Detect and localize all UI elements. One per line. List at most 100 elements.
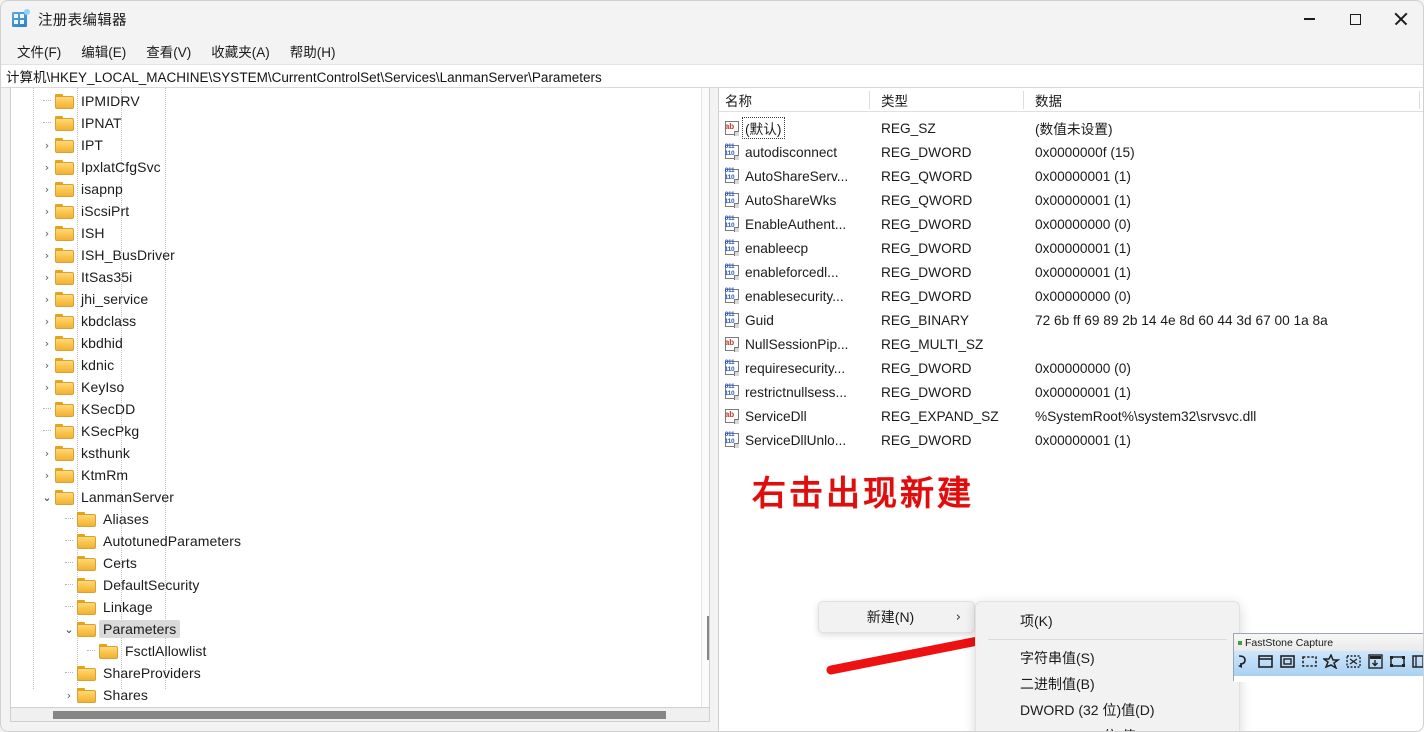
- tree-vertical-scrollbar[interactable]: [701, 88, 709, 707]
- tree-node[interactable]: ShareProviders: [11, 662, 709, 684]
- chevron-right-icon[interactable]: ›: [39, 354, 55, 376]
- column-header-2[interactable]: 数据: [1029, 88, 1062, 112]
- chevron-right-icon[interactable]: ›: [39, 376, 55, 398]
- close-icon: [1394, 12, 1408, 26]
- tree-node[interactable]: › kbdclass: [11, 310, 709, 332]
- tree-node[interactable]: › IpxlatCfgSvc: [11, 156, 709, 178]
- tree-node-label: Linkage: [103, 599, 153, 615]
- tree-node[interactable]: Aliases: [11, 508, 709, 530]
- tree-node[interactable]: FsctlAllowlist: [11, 640, 709, 662]
- tree-vertical-scroll-thumb[interactable]: [707, 616, 709, 660]
- tree-node[interactable]: Linkage: [11, 596, 709, 618]
- value-row[interactable]: 011 110 requiresecurity... REG_DWORD 0x00000…: [719, 356, 1424, 380]
- chevron-right-icon[interactable]: ›: [39, 178, 55, 200]
- value-row[interactable]: 011 110 enablesecurity... REG_DWORD 0x000000…: [719, 284, 1424, 308]
- column-divider[interactable]: [1419, 91, 1420, 109]
- value-row[interactable]: 011 110 restrictnullsess... REG_DWORD 0x0000…: [719, 380, 1424, 404]
- address-bar[interactable]: 计算机\HKEY_LOCAL_MACHINE\SYSTEM\CurrentCon…: [0, 64, 1424, 88]
- context-menu-item-1[interactable]: 字符串值(S): [976, 645, 1239, 671]
- capture-fixed-region-icon[interactable]: [1389, 654, 1410, 673]
- column-divider[interactable]: [869, 91, 870, 109]
- value-row[interactable]: ab ServiceDll REG_EXPAND_SZ %SystemRoot%\sy…: [719, 404, 1424, 428]
- value-row[interactable]: 011 110 Guid REG_BINARY 72 6b ff 69 89 2b 14…: [719, 308, 1424, 332]
- capture-object-icon[interactable]: [1279, 654, 1300, 673]
- tree-node[interactable]: › ISH_BusDriver: [11, 244, 709, 266]
- column-header-1[interactable]: 类型: [875, 88, 908, 112]
- context-menu-item-0[interactable]: 项(K): [976, 608, 1239, 634]
- menu-item-3[interactable]: 收藏夹(A): [202, 39, 279, 63]
- chevron-right-icon[interactable]: ›: [39, 442, 55, 464]
- menu-item-0[interactable]: 文件(F): [8, 39, 70, 63]
- tree-node[interactable]: DefaultSecurity: [11, 574, 709, 596]
- tree-horizontal-scrollbar[interactable]: [10, 708, 710, 722]
- capture-freehand-icon[interactable]: [1321, 653, 1344, 673]
- value-type: REG_SZ: [881, 120, 936, 136]
- value-row[interactable]: 011 110 autodisconnect REG_DWORD 0x0000000f …: [719, 140, 1424, 164]
- capture-video-icon[interactable]: [1411, 654, 1424, 673]
- value-row[interactable]: 011 110 AutoShareWks REG_QWORD 0x00000001 (1…: [719, 188, 1424, 212]
- tree-node[interactable]: Certs: [11, 552, 709, 574]
- close-button[interactable]: [1378, 0, 1424, 38]
- faststone-capture-window[interactable]: FastStone Capture: [1233, 633, 1424, 682]
- value-row[interactable]: 011 110 enableforcedl... REG_DWORD 0x0000000…: [719, 260, 1424, 284]
- tree-node[interactable]: › kdnic: [11, 354, 709, 376]
- tree-node[interactable]: › kbdhid: [11, 332, 709, 354]
- column-header-0[interactable]: 名称: [719, 88, 752, 112]
- chevron-down-icon[interactable]: ⌄: [61, 618, 77, 640]
- tree-node[interactable]: › KtmRm: [11, 464, 709, 486]
- value-row[interactable]: 011 110 EnableAuthent... REG_DWORD 0x0000000…: [719, 212, 1424, 236]
- tree-node[interactable]: IPNAT: [11, 112, 709, 134]
- tree-node[interactable]: › ISH: [11, 222, 709, 244]
- minimize-button[interactable]: [1286, 0, 1332, 38]
- capture-scrolling-window-icon[interactable]: [1367, 654, 1388, 673]
- value-row[interactable]: ab (默认) REG_SZ (数值未设置): [719, 116, 1424, 140]
- tree-node[interactable]: KSecDD: [11, 398, 709, 420]
- tree-node[interactable]: › ksthunk: [11, 442, 709, 464]
- context-submenu[interactable]: 项(K) 字符串值(S)二进制值(B)DWORD (32 位)值(D)QWORD …: [975, 601, 1240, 732]
- tree-node[interactable]: › iScsiPrt: [11, 200, 709, 222]
- tree-node[interactable]: AutotunedParameters: [11, 530, 709, 552]
- tree-node[interactable]: ⌄ Parameters: [11, 618, 709, 640]
- context-menu-new-item[interactable]: 新建(N) ›: [818, 601, 975, 633]
- chevron-right-icon[interactable]: ›: [39, 464, 55, 486]
- context-menu-item-3[interactable]: DWORD (32 位)值(D): [976, 697, 1239, 723]
- chevron-down-icon[interactable]: ⌄: [39, 486, 55, 508]
- chevron-right-icon[interactable]: ›: [39, 200, 55, 222]
- tree-node[interactable]: › isapnp: [11, 178, 709, 200]
- value-row[interactable]: 011 110 ServiceDllUnlo... REG_DWORD 0x000000…: [719, 428, 1424, 452]
- menu-item-4[interactable]: 帮助(H): [281, 39, 345, 63]
- tree-node[interactable]: › KeyIso: [11, 376, 709, 398]
- tree-horizontal-scroll-thumb[interactable]: [53, 711, 666, 719]
- capture-rectangle-icon[interactable]: [1301, 654, 1322, 673]
- maximize-button[interactable]: [1332, 0, 1378, 38]
- value-row[interactable]: 011 110 enableecp REG_DWORD 0x00000001 (1): [719, 236, 1424, 260]
- menu-item-1[interactable]: 编辑(E): [72, 39, 135, 63]
- chevron-right-icon[interactable]: ›: [39, 244, 55, 266]
- chevron-right-icon[interactable]: ›: [39, 288, 55, 310]
- context-menu-item-4[interactable]: QWORD (64 位)值(Q): [976, 723, 1239, 732]
- chevron-right-icon[interactable]: ›: [39, 222, 55, 244]
- column-divider[interactable]: [1023, 91, 1024, 109]
- tree-node[interactable]: › IPT: [11, 134, 709, 156]
- chevron-right-icon[interactable]: ›: [39, 266, 55, 288]
- capture-window-icon[interactable]: [1257, 654, 1278, 673]
- tree-node[interactable]: IPMIDRV: [11, 90, 709, 112]
- tree-node[interactable]: KSecPkg: [11, 420, 709, 442]
- value-row[interactable]: 011 110 AutoShareServ... REG_QWORD 0x0000000…: [719, 164, 1424, 188]
- capture-scroll-icon[interactable]: [1235, 654, 1256, 673]
- chevron-right-icon[interactable]: ›: [39, 332, 55, 354]
- registry-tree-pane[interactable]: IPMIDRV IPNAT › IPT › IpxlatCfgSvc › isapnp › iSc…: [10, 88, 710, 708]
- tree-node[interactable]: › ItSas35i: [11, 266, 709, 288]
- capture-fullscreen-icon[interactable]: [1345, 654, 1366, 673]
- tree-node[interactable]: ⌄ LanmanServer: [11, 486, 709, 508]
- chevron-right-icon[interactable]: ›: [61, 684, 77, 706]
- value-row[interactable]: ab NullSessionPip... REG_MULTI_SZ: [719, 332, 1424, 356]
- tree-node[interactable]: › Shares: [11, 684, 709, 706]
- chevron-right-icon[interactable]: ›: [39, 156, 55, 178]
- tree-node-label: IPNAT: [81, 115, 122, 131]
- menu-item-2[interactable]: 查看(V): [137, 39, 200, 63]
- chevron-right-icon[interactable]: ›: [39, 134, 55, 156]
- context-menu-item-2[interactable]: 二进制值(B): [976, 671, 1239, 697]
- chevron-right-icon[interactable]: ›: [39, 310, 55, 332]
- tree-node[interactable]: › jhi_service: [11, 288, 709, 310]
